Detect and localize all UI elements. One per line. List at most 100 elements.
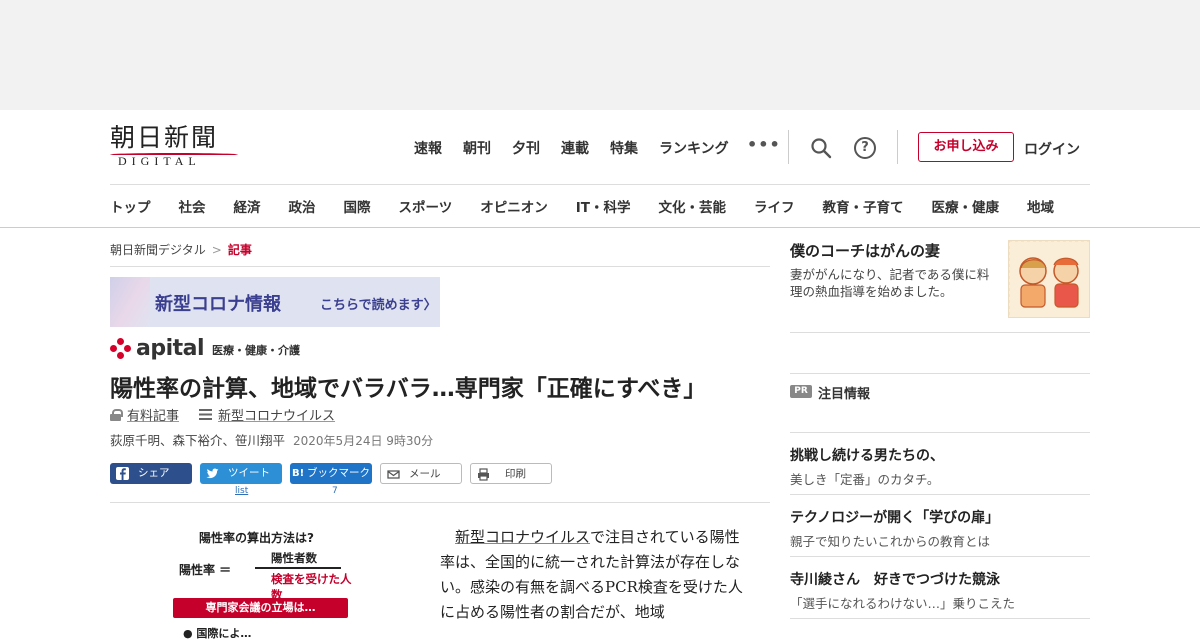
site-header: 朝日新聞 DIGITAL 速報 朝刊 夕刊 連載 特集 ランキング ••• ? … bbox=[0, 110, 1200, 228]
search-icon[interactable] bbox=[810, 137, 832, 159]
nav-tokushu[interactable]: 特集 bbox=[610, 138, 638, 158]
figure-formula-label: 陽性率 ＝ bbox=[179, 563, 232, 577]
header-divider bbox=[788, 130, 789, 164]
pr-item-sub: 美しき「定番」のカタチ。 bbox=[790, 472, 940, 487]
authors: 荻原千明、森下裕介、笹川翔平 bbox=[110, 433, 286, 448]
category-it-science[interactable]: IT・科学 bbox=[576, 196, 631, 216]
print-button[interactable]: 印刷 bbox=[470, 463, 552, 484]
banner-link: こちらで読めます〉 bbox=[320, 298, 437, 313]
pr-item[interactable]: テクノロジーが開く「学びの扉」 親子で知りたいこれからの教育とは bbox=[790, 495, 1090, 557]
apital-logo[interactable]: apital 医療・健康・介護 bbox=[110, 336, 300, 360]
print-label: 印刷 bbox=[505, 468, 526, 480]
facebook-icon bbox=[116, 467, 129, 480]
print-icon bbox=[477, 468, 490, 481]
header-rule bbox=[110, 184, 1090, 185]
article-headline: 陽性率の計算、地域でバラバラ…専門家「正確にすべき」 bbox=[110, 376, 707, 402]
hatena-icon: B! bbox=[292, 468, 305, 479]
feature-description: 妻ががんになり、記者である僕に料理の熱血指導を始めました。 bbox=[790, 267, 990, 299]
subscribe-button[interactable]: お申し込み bbox=[918, 132, 1014, 162]
pr-section-header: PR 注目情報 bbox=[790, 373, 1090, 433]
category-economy[interactable]: 経済 bbox=[234, 196, 261, 216]
nav-choukan[interactable]: 朝刊 bbox=[463, 138, 491, 158]
top-ad-band bbox=[0, 0, 1200, 110]
article-figure[interactable]: 陽性率の算出方法は? 陽性率 ＝ 陽性者数 検査を受けた人数 専門家会議の立場は… bbox=[165, 525, 355, 640]
pr-item[interactable]: 寺川綾さん 好きでつづけた競泳 「選手になれるわけない…」乗りこえた bbox=[790, 557, 1090, 619]
category-local[interactable]: 地域 bbox=[1027, 196, 1054, 216]
article-tags: 有料記事 新型コロナウイルス bbox=[110, 405, 335, 424]
pr-item-sub: 親子で知りたいこれからの教育とは bbox=[790, 534, 991, 549]
hatena-count[interactable]: 7 bbox=[332, 486, 338, 496]
figure-item: ● 国際によ… bbox=[183, 627, 252, 640]
article-body: 新型コロナウイルスで注目されている陽性率は、全国的に統一された計算法が存在しない… bbox=[440, 525, 750, 625]
mail-share-button[interactable]: メール bbox=[380, 463, 462, 484]
list-icon bbox=[199, 409, 213, 420]
publish-date: 2020年5月24日 9時30分 bbox=[293, 434, 434, 448]
feature-thumbnail bbox=[1008, 240, 1090, 318]
twitter-list-link[interactable]: list bbox=[235, 486, 248, 496]
pr-item-headline: 挑戦し続ける男たちの、 bbox=[790, 448, 944, 464]
lock-icon bbox=[110, 408, 123, 421]
category-health[interactable]: 医療・健康 bbox=[931, 196, 999, 216]
twitter-share-button[interactable]: ツイート bbox=[200, 463, 282, 484]
body-topic-link[interactable]: 新型コロナウイルス bbox=[455, 528, 590, 546]
nav-rensai[interactable]: 連載 bbox=[561, 138, 589, 158]
paid-article-tag[interactable]: 有料記事 bbox=[127, 405, 179, 424]
facebook-share-button[interactable]: シェア bbox=[110, 463, 192, 484]
category-culture[interactable]: 文化・芸能 bbox=[658, 196, 726, 216]
facebook-share-label: シェア bbox=[138, 467, 170, 479]
hatena-bookmark-button[interactable]: B! ブックマーク bbox=[290, 463, 372, 484]
site-logo[interactable]: 朝日新聞 DIGITAL bbox=[110, 124, 240, 172]
logo-japanese: 朝日新聞 bbox=[110, 123, 219, 152]
category-opinion[interactable]: オピニオン bbox=[480, 196, 548, 216]
article-rule bbox=[110, 502, 770, 503]
apital-dots-icon bbox=[110, 338, 132, 360]
figure-band: 専門家会議の立場は… bbox=[173, 598, 348, 618]
pr-item-headline: 寺川綾さん 好きでつづけた競泳 bbox=[790, 572, 1000, 588]
category-top[interactable]: トップ bbox=[110, 196, 151, 216]
more-menu-icon[interactable]: ••• bbox=[747, 135, 781, 154]
hatena-share-label: ブックマーク bbox=[307, 467, 370, 479]
mail-share-label: メール bbox=[409, 468, 441, 480]
help-icon[interactable]: ? bbox=[854, 137, 876, 159]
pr-section-title: 注目情報 bbox=[818, 387, 871, 402]
pr-item-sub: 「選手になれるわけない…」乗りこえた bbox=[790, 596, 1016, 611]
feature-title: 僕のコーチはがんの妻 bbox=[790, 242, 941, 260]
banner-title: 新型コロナ情報 bbox=[155, 294, 281, 315]
category-life[interactable]: ライフ bbox=[754, 196, 795, 216]
byline: 荻原千明、森下裕介、笹川翔平 2020年5月24日 9時30分 bbox=[110, 430, 433, 449]
twitter-share-label: ツイート bbox=[228, 467, 270, 479]
nav-sokuho[interactable]: 速報 bbox=[414, 138, 442, 158]
pr-item[interactable]: 挑戦し続ける男たちの、 美しき「定番」のカタチ。 bbox=[790, 433, 1090, 495]
body-indent bbox=[440, 528, 455, 546]
apital-wordmark: apital bbox=[136, 336, 205, 361]
corona-info-banner[interactable]: 新型コロナ情報 こちらで読めます〉 bbox=[110, 277, 440, 327]
category-international[interactable]: 国際 bbox=[344, 196, 371, 216]
figure-title: 陽性率の算出方法は? bbox=[199, 531, 314, 545]
breadcrumb-home[interactable]: 朝日新聞デジタル bbox=[110, 243, 206, 257]
topic-tag[interactable]: 新型コロナウイルス bbox=[218, 405, 335, 424]
category-education[interactable]: 教育・子育て bbox=[822, 196, 903, 216]
category-nav: トップ 社会 経済 政治 国際 スポーツ オピニオン IT・科学 文化・芸能 ラ… bbox=[110, 196, 1054, 216]
apital-subtitle: 医療・健康・介護 bbox=[212, 344, 301, 357]
nav-yuukan[interactable]: 夕刊 bbox=[512, 138, 540, 158]
nav-ranking[interactable]: ランキング bbox=[659, 138, 729, 158]
figure-numerator: 陽性者数 bbox=[271, 551, 317, 565]
login-link[interactable]: ログイン bbox=[1024, 139, 1080, 159]
breadcrumb: 朝日新聞デジタル > 記事 bbox=[110, 241, 252, 258]
mail-icon bbox=[387, 468, 400, 481]
twitter-icon bbox=[206, 467, 219, 480]
breadcrumb-current: 記事 bbox=[227, 243, 252, 257]
breadcrumb-rule bbox=[110, 266, 770, 267]
sidebar-feature[interactable]: 僕のコーチはがんの妻 妻ががんになり、記者である僕に料理の熱血指導を始めました。 bbox=[790, 238, 1090, 333]
header-divider bbox=[897, 130, 898, 164]
category-society[interactable]: 社会 bbox=[179, 196, 206, 216]
category-politics[interactable]: 政治 bbox=[289, 196, 316, 216]
top-nav: 速報 朝刊 夕刊 連載 特集 ランキング bbox=[414, 138, 750, 158]
pr-badge: PR bbox=[790, 385, 812, 398]
category-sports[interactable]: スポーツ bbox=[399, 196, 453, 216]
pr-item-headline: テクノロジーが開く「学びの扉」 bbox=[790, 510, 1000, 526]
logo-swoosh bbox=[110, 153, 238, 156]
figure-fraction-bar bbox=[255, 567, 341, 569]
breadcrumb-separator: > bbox=[211, 243, 222, 257]
banner-decoration bbox=[110, 277, 150, 327]
